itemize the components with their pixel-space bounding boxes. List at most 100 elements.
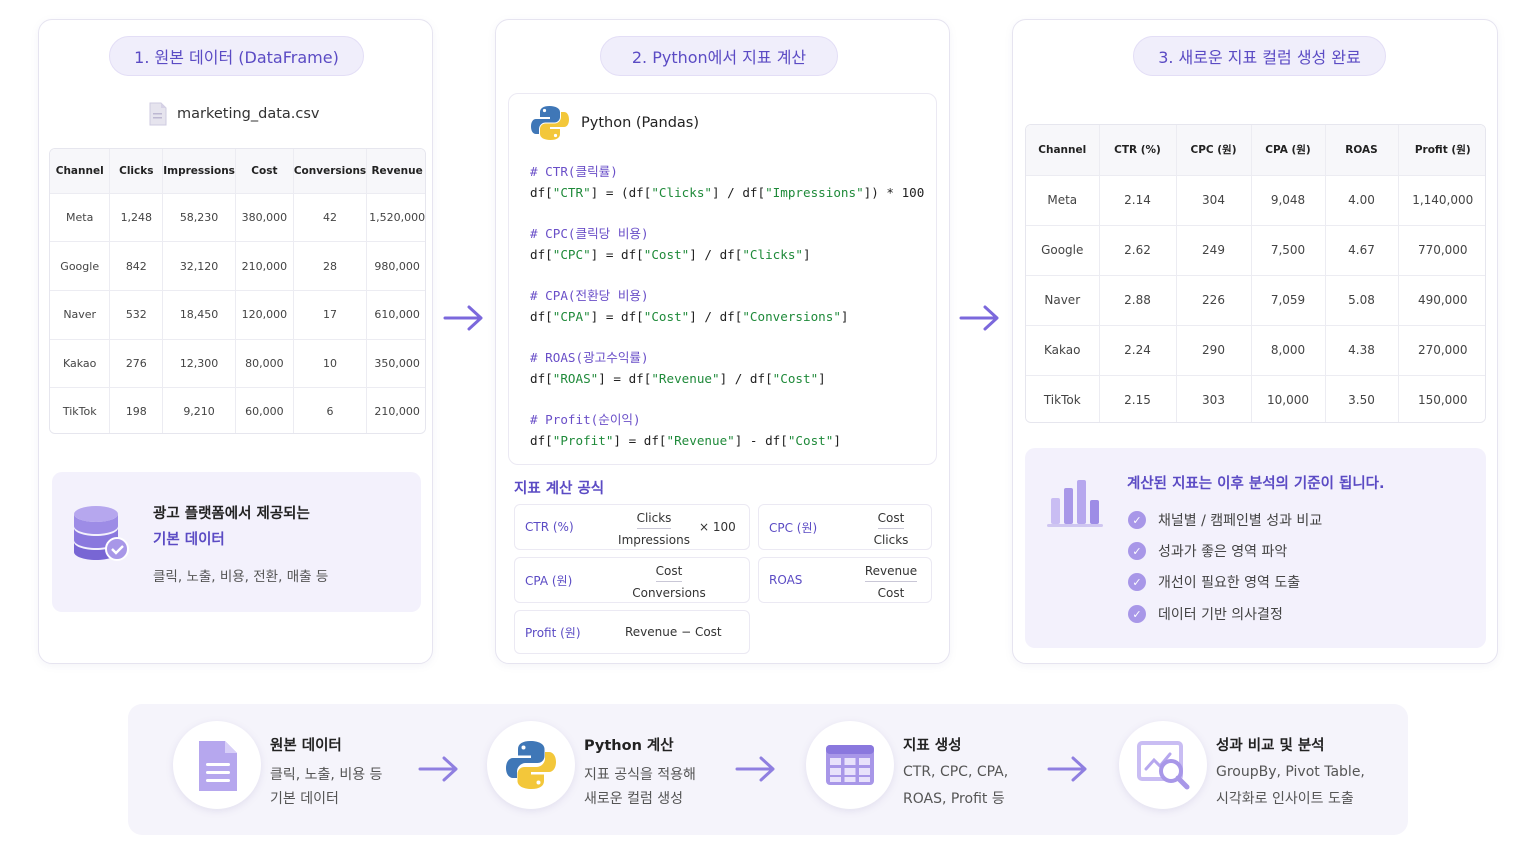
python-logo-icon	[531, 106, 569, 140]
checklist-item: ✓ 데이터 기반 의사결정	[1128, 604, 1283, 624]
table-cell: 42	[293, 193, 368, 243]
table-cell: Naver	[1026, 275, 1100, 326]
file-name: marketing_data.csv	[177, 106, 320, 122]
table-cell: 18,450	[162, 290, 236, 340]
table-cell: 9,048	[1251, 175, 1326, 226]
checklist-item: ✓ 채널별 / 캠페인별 성과 비교	[1128, 510, 1322, 530]
step-circle	[806, 721, 894, 809]
step-desc: CTR, CPC, CPA,	[903, 764, 1009, 780]
code-line: df["Profit"] = df["Revenue"] - df["Cost"…	[530, 432, 841, 448]
table-cell: TikTok	[1026, 375, 1100, 422]
formula-denominator: Cost	[877, 586, 905, 600]
column-header: Channel	[50, 149, 111, 194]
table-cell: Kakao	[50, 339, 111, 389]
file-label: marketing_data.csv	[149, 102, 320, 126]
table-cell: Google	[50, 241, 111, 291]
table-cell: 80,000	[235, 339, 294, 389]
file-icon	[149, 102, 167, 126]
info-line1: 광고 플랫폼에서 제공되는	[153, 506, 310, 522]
formula-label: ROAS	[769, 573, 803, 587]
step-desc: 시각화로 인사이트 도출	[1216, 791, 1354, 807]
table-row: Naver 532 18,450 120,000 17 610,000	[50, 290, 425, 340]
table-row: TikTok 2.15 303 10,000 3.50 150,000	[1026, 375, 1485, 422]
table-row: Meta 1,248 58,230 380,000 42 1,520,000	[50, 193, 425, 243]
table-cell: 842	[109, 241, 164, 291]
formula-profit: Profit (원) Revenue − Cost	[514, 610, 750, 654]
table-cell: 4.00	[1325, 175, 1399, 226]
table-cell: 4.38	[1325, 325, 1399, 377]
source-data-panel: 1. 원본 데이터 (DataFrame) marketing_data.csv…	[38, 19, 433, 664]
step-title: 원본 데이터	[270, 738, 342, 754]
formula-title: 지표 계산 공식	[514, 481, 605, 497]
code-comment: # Profit(순이익)	[530, 412, 641, 427]
info-line3: 클릭, 노출, 비용, 전환, 매출 등	[153, 569, 329, 585]
column-header: CPC (원)	[1176, 125, 1252, 176]
step-circle	[1119, 721, 1207, 809]
table-cell: 4.67	[1325, 225, 1399, 276]
formula-numerator: Revenue	[864, 564, 918, 582]
column-header: Clicks	[109, 149, 164, 194]
table-cell: 58,230	[162, 193, 236, 243]
arrow-right-icon	[418, 756, 458, 782]
step-title: 지표 생성	[903, 738, 962, 754]
table-cell: 28	[293, 241, 368, 291]
panel2-title: 2. Python에서 지표 계산	[600, 36, 838, 76]
formula-denominator: Conversions	[632, 586, 706, 600]
column-header: Profit (원)	[1398, 125, 1485, 176]
code-comment: # ROAS(광고수익률)	[530, 350, 649, 365]
info-line2: 기본 데이터	[153, 532, 225, 548]
table-cell: 1,140,000	[1398, 175, 1485, 226]
source-table: Channel Clicks Impressions Cost Conversi…	[50, 149, 425, 433]
formula-label: Profit (원)	[525, 625, 581, 640]
formula-ctr: CTR (%) Clicks Impressions × 100	[514, 504, 750, 550]
table-cell: 9,210	[162, 387, 236, 433]
table-cell: 770,000	[1398, 225, 1485, 276]
code-line: df["CPA"] = df["Cost"] / df["Conversions…	[530, 308, 849, 324]
table-row: Naver 2.88 226 7,059 5.08 490,000	[1026, 275, 1485, 326]
column-header: Channel	[1026, 125, 1100, 176]
arrow-right-icon	[1047, 756, 1087, 782]
table-cell: 2.14	[1099, 175, 1177, 226]
table-cell: 150,000	[1417, 393, 1468, 407]
table-cell: 7,500	[1251, 225, 1326, 276]
table-cell: 2.88	[1099, 275, 1177, 326]
table-cell: Kakao	[1026, 325, 1100, 377]
formula-fraction: Revenue Cost	[851, 564, 931, 600]
table-row: TikTok 198 9,210 60,000 6 210,000	[50, 387, 425, 433]
table-cell: Naver	[50, 290, 111, 340]
arrow-right-icon	[959, 305, 999, 331]
table-cell: 1,520,000	[366, 193, 425, 243]
formula-multiplier: × 100	[699, 520, 736, 534]
step-desc: 기본 데이터	[270, 791, 339, 807]
formula-denominator: Clicks	[873, 533, 909, 547]
table-cell: 17	[293, 290, 368, 340]
process-flow: 원본 데이터 클릭, 노출, 비용 등 기본 데이터 Python 계산 지표 …	[128, 704, 1408, 835]
column-header: CPA (원)	[1251, 125, 1326, 176]
table-cell: 610,000	[366, 290, 425, 340]
table-cell: 1,248	[109, 193, 164, 243]
step-desc: ROAS, Profit 등	[903, 791, 1005, 807]
result-info-box: 계산된 지표는 이후 분석의 기준이 됩니다. ✓ 채널별 / 캠페인별 성과 비…	[1025, 448, 1486, 648]
formula-fraction: Cost Clicks	[851, 511, 931, 547]
code-comment: # CPA(전환당 비용)	[530, 288, 649, 303]
table-cell: 198	[109, 387, 164, 433]
table-cell: 276	[109, 339, 164, 389]
table-cell: 380,000	[235, 193, 294, 243]
table-row: Kakao 2.24 290 8,000 4.38 270,000	[1026, 325, 1485, 377]
table-cell: Meta	[50, 193, 111, 243]
formula-roas: ROAS Revenue Cost	[758, 557, 932, 603]
result-table-wrap: Channel CTR (%) CPC (원) CPA (원) ROAS Pro…	[1025, 124, 1486, 423]
code-comment: # CTR(클릭률)	[530, 164, 618, 179]
table-cell: 980,000	[366, 241, 425, 291]
database-icon	[74, 506, 129, 561]
code-comment: # CPC(클릭당 비용)	[530, 226, 649, 241]
check-icon: ✓	[1128, 605, 1146, 623]
code-title: Python (Pandas)	[581, 115, 699, 131]
step-desc: 지표 공식을 적용해	[584, 767, 696, 783]
column-header: CTR (%)	[1099, 125, 1177, 176]
formula-label: CPA (원)	[525, 573, 573, 588]
formula-cpa: CPA (원) Cost Conversions	[514, 557, 750, 603]
table-row: Google 2.62 249 7,500 4.67 770,000	[1026, 225, 1485, 276]
table-cell: 210,000	[374, 405, 420, 419]
formula-numerator: Cost	[655, 564, 683, 582]
